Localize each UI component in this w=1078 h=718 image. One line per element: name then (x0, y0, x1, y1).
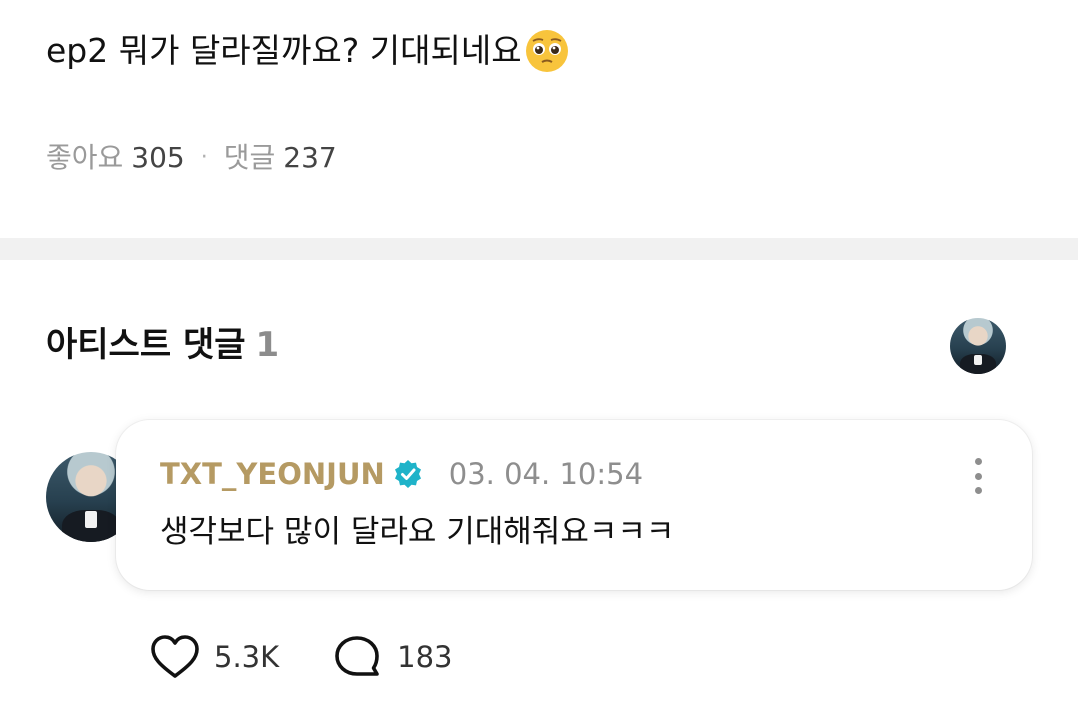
heart-icon (151, 635, 199, 678)
section-divider (0, 238, 1078, 260)
post-stats: 좋아요 305 · 댓글 237 (46, 138, 337, 178)
comment-author-name[interactable]: TXT_YEONJUN (160, 454, 385, 494)
comments-label: 댓글 (223, 141, 276, 174)
artist-comments-heading: 아티스트 댓글 1 (46, 322, 279, 368)
like-count: 5.3K (214, 640, 280, 674)
reply-count: 183 (397, 640, 453, 674)
artist-comment-card: TXT_YEONJUN 03. 04. 10:54 생각보다 많이 달라요 기대… (116, 420, 1032, 590)
artist-comments-count: 1 (255, 325, 280, 365)
more-dot (974, 487, 982, 494)
pleading-face-icon (525, 30, 568, 72)
like-button[interactable]: 5.3K (150, 634, 279, 680)
comment-actions: 5.3K 183 (150, 634, 453, 680)
more-dot (974, 472, 982, 480)
comment-header: TXT_YEONJUN 03. 04. 10:54 (160, 454, 643, 494)
comments-count[interactable]: 237 (283, 138, 336, 178)
post-text-content: ep2 뭐가 달라질까요? 기대되네요 (46, 31, 522, 70)
comment-timestamp: 03. 04. 10:54 (448, 457, 644, 491)
likes-label: 좋아요 (46, 141, 124, 174)
more-vertical-icon[interactable] (966, 458, 990, 494)
speech-bubble-icon (335, 636, 379, 676)
post-text: ep2 뭐가 달라질까요? 기대되네요 (46, 28, 570, 74)
comment-text: 생각보다 많이 달라요 기대해줘요ㅋㅋㅋ (160, 514, 675, 550)
more-dot (974, 458, 982, 465)
stats-separator: · (200, 145, 208, 170)
artist-avatar-filter[interactable] (950, 318, 1006, 374)
reply-button[interactable]: 183 (333, 634, 453, 680)
likes-count[interactable]: 305 (131, 138, 184, 178)
verified-badge-icon (394, 460, 421, 488)
artist-comments-title: 아티스트 댓글 (46, 325, 246, 365)
